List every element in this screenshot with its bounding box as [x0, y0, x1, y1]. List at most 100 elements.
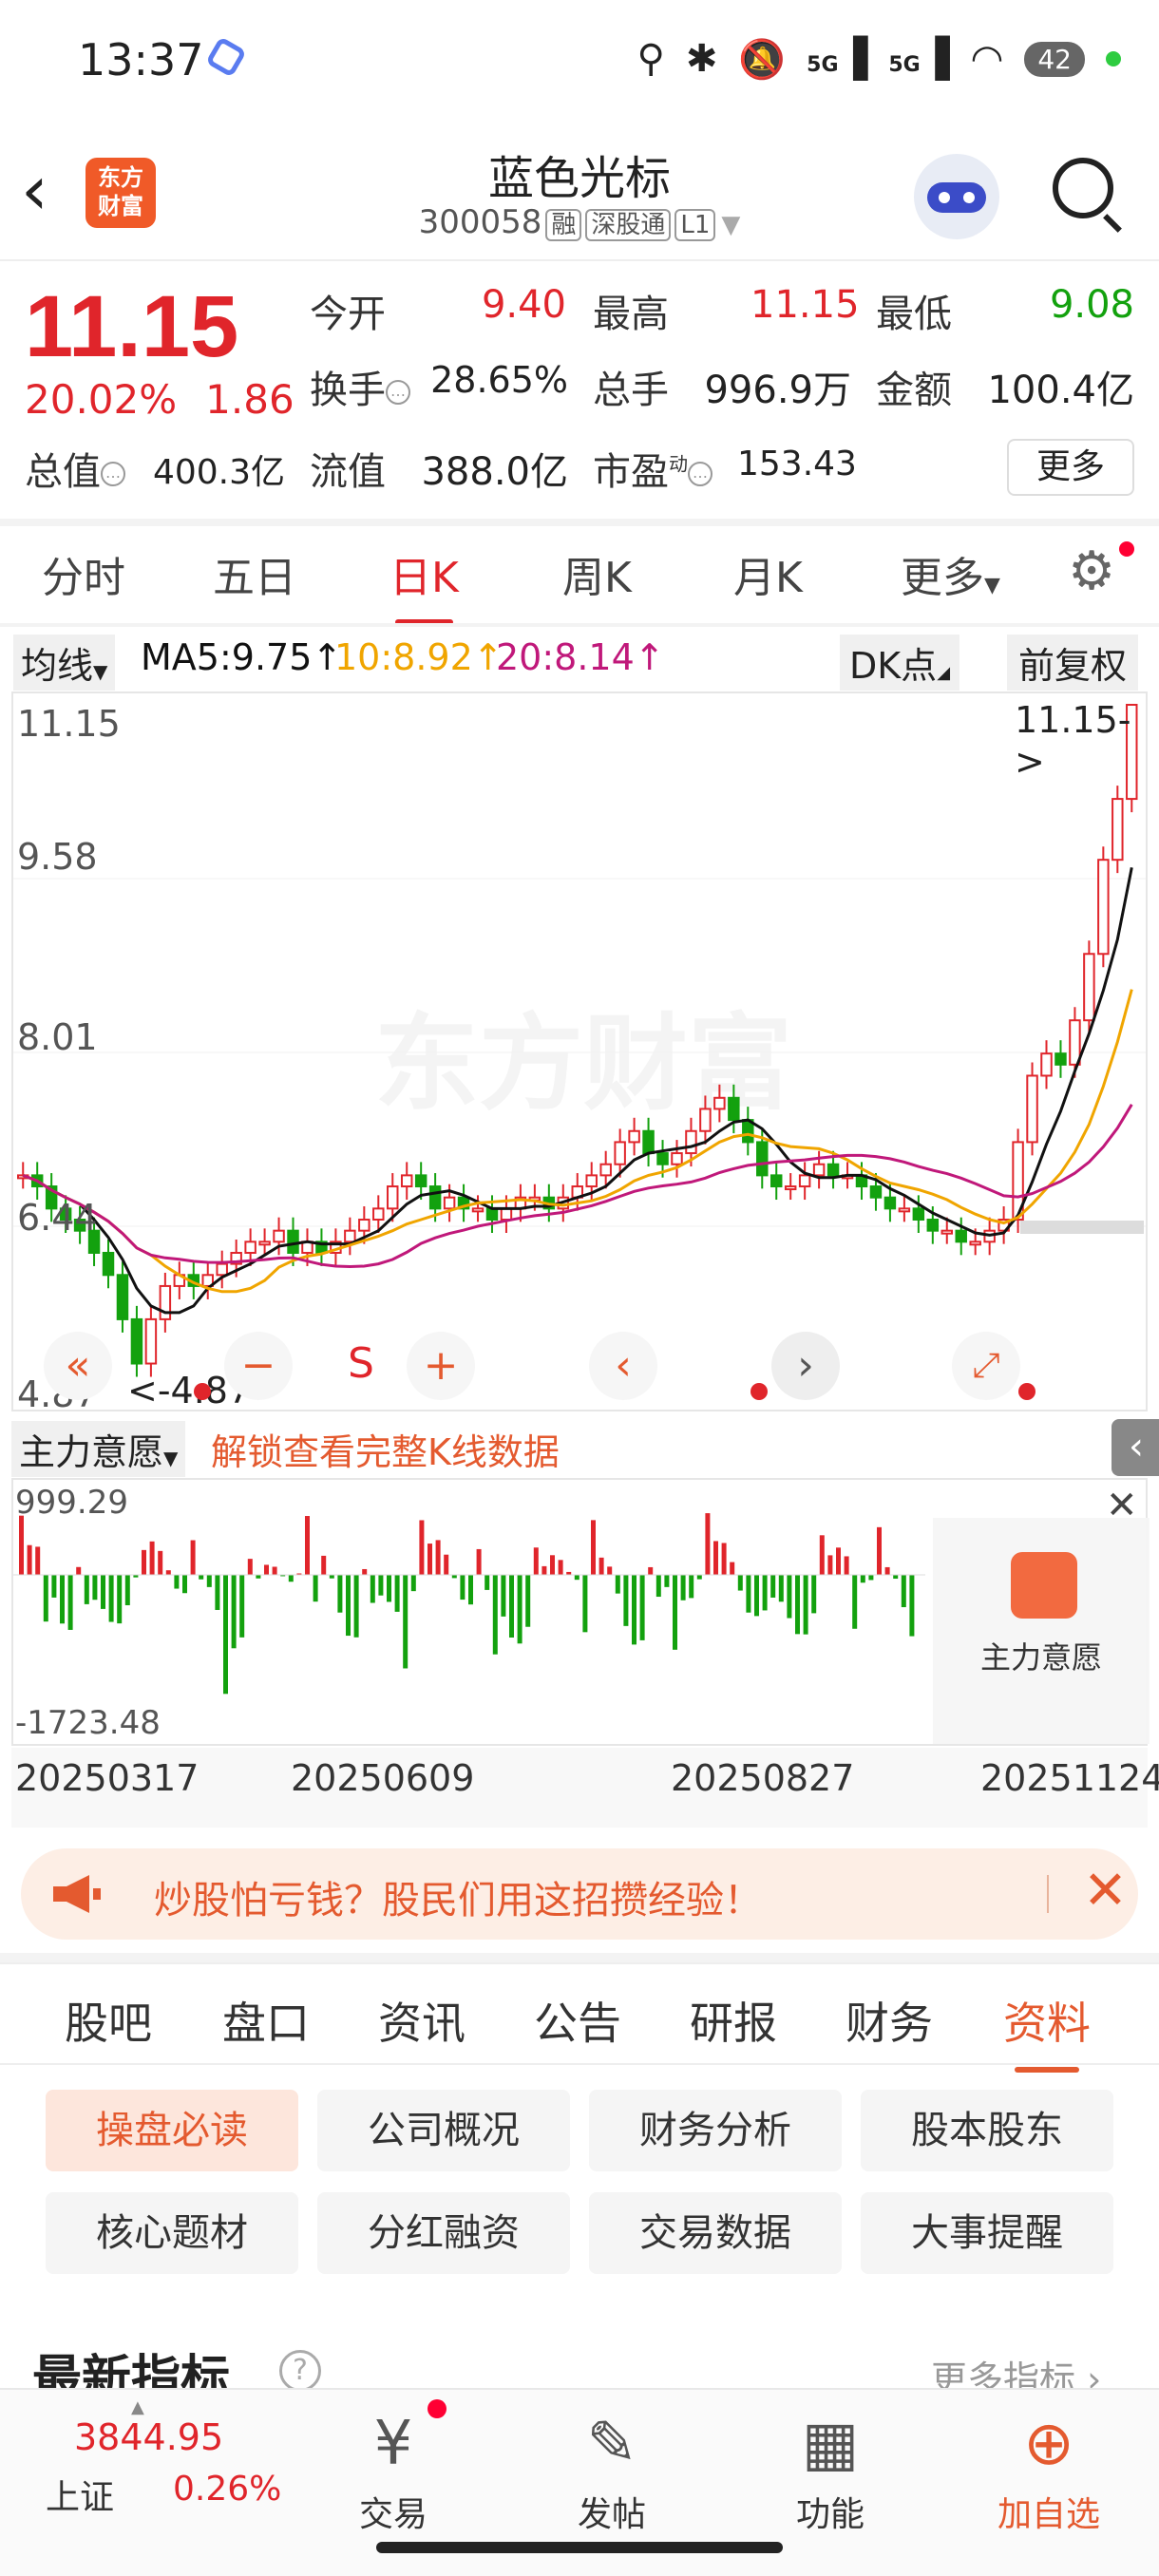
tab-daily-k[interactable]: 日K: [390, 543, 459, 625]
mute-icon: 🔕: [738, 37, 787, 82]
zoom-in-icon[interactable]: +: [407, 1332, 475, 1400]
flow-bar: [582, 1575, 588, 1633]
tab-news[interactable]: 资讯: [378, 1989, 466, 2052]
fullscreen-icon[interactable]: ⤢: [952, 1332, 1020, 1400]
low-value: 9.08: [1049, 283, 1134, 327]
kline-chart[interactable]: 东方财富 11.15 9.58 8.01 6.44 4.87 11.15-> <…: [11, 691, 1148, 1415]
unlock-link[interactable]: 解锁查看完整K线数据: [211, 1423, 560, 1475]
gear-icon[interactable]: ⚙: [1068, 545, 1115, 598]
more-quote-button[interactable]: 更多: [1007, 439, 1134, 496]
flow-bar: [174, 1575, 180, 1589]
flow-bar: [313, 1575, 318, 1602]
open-label: 今开: [310, 293, 386, 336]
flow-indicator-selector[interactable]: 主力意愿▼: [11, 1421, 186, 1477]
amount-value: 100.4亿: [987, 369, 1134, 412]
app-logo[interactable]: 东方 财富: [86, 158, 156, 228]
scroll-left-fast-icon[interactable]: «: [44, 1332, 112, 1400]
notification-dot: [1119, 541, 1134, 557]
scroll-right-icon[interactable]: ›: [771, 1332, 840, 1400]
flow-bar: [215, 1575, 220, 1610]
index-name[interactable]: 上证: [46, 2470, 114, 2519]
flow-bar: [909, 1575, 915, 1637]
float-value: 388.0亿: [421, 450, 568, 494]
help-icon[interactable]: ?: [279, 2350, 321, 2392]
chip-dividends[interactable]: 分红融资: [317, 2192, 570, 2274]
privacy-dot: [1106, 51, 1121, 66]
candle: [387, 1185, 399, 1210]
ai-assistant-icon[interactable]: [914, 154, 999, 239]
candle: [671, 1152, 683, 1165]
change-percent: 20.02%: [25, 376, 178, 423]
nav-functions[interactable]: ▦ 功能: [764, 2401, 897, 2536]
candle: [116, 1274, 129, 1320]
candle: [485, 1207, 499, 1222]
promo-text: 炒股怕亏钱？股民们用这招攒经验！: [154, 1879, 762, 1923]
status-bar: 13:37 ⚲ ✱ 🔕 5G▐ 5G▐ ◠ 42: [0, 0, 1159, 123]
nav-post[interactable]: ✎ 发帖: [545, 2401, 678, 2536]
tab-more[interactable]: 更多▼: [901, 543, 1000, 604]
flow-top-label: 999.29: [15, 1484, 128, 1522]
flow-bar: [836, 1547, 841, 1575]
notification-dot: [428, 2399, 446, 2418]
tab-announcements[interactable]: 公告: [534, 1989, 621, 2052]
caret-down-icon: ▼: [984, 574, 1000, 597]
promo-banner[interactable]: 炒股怕亏钱？股民们用这招攒经验！ ✕: [21, 1848, 1138, 1940]
bluetooth-icon: ✱: [685, 37, 718, 81]
nav-add-watchlist[interactable]: ⊕ 加自选: [982, 2401, 1115, 2536]
chip-core-themes[interactable]: 核心题材: [46, 2192, 298, 2274]
flow-bar: [550, 1555, 555, 1575]
tab-research[interactable]: 研报: [690, 1989, 777, 2052]
flow-bar: [403, 1575, 408, 1669]
volume-label: 总手: [593, 369, 669, 412]
tab-finance[interactable]: 财务: [846, 1989, 933, 2052]
tab-monthly-k[interactable]: 月K: [733, 543, 803, 604]
flow-bar: [346, 1575, 351, 1637]
app-notification-icon: [205, 36, 247, 78]
chip-financial-analysis[interactable]: 财务分析: [589, 2090, 842, 2171]
flow-unlock-card[interactable]: 主力意愿: [933, 1518, 1150, 1744]
tab-5day[interactable]: 五日: [213, 543, 296, 604]
dk-point-selector[interactable]: DK点◢: [840, 635, 960, 691]
candle: [244, 1241, 256, 1254]
flow-bar: [92, 1575, 98, 1601]
plus-circle-icon: ⊕: [1023, 2409, 1074, 2479]
nav-trade[interactable]: ¥ 交易: [327, 2401, 460, 2536]
tab-profile[interactable]: 资料: [1003, 1989, 1091, 2073]
flow-bar: [860, 1575, 865, 1583]
scroll-left-icon[interactable]: ‹: [589, 1332, 657, 1400]
candle: [869, 1185, 883, 1199]
back-arrow-icon[interactable]: ‹: [21, 152, 48, 228]
flow-bar: [149, 1541, 155, 1575]
flow-bar: [639, 1575, 645, 1640]
zoom-out-icon[interactable]: −: [224, 1332, 293, 1400]
close-promo-icon[interactable]: ✕: [1083, 1860, 1128, 1922]
search-icon[interactable]: [1053, 158, 1113, 218]
index-percent[interactable]: 0.26%: [173, 2470, 281, 2509]
flow-bar: [844, 1556, 849, 1575]
collapse-panel-icon[interactable]: ‹: [1112, 1419, 1159, 1476]
chip-company-overview[interactable]: 公司概况: [317, 2090, 570, 2171]
chip-events[interactable]: 大事提醒: [861, 2192, 1113, 2274]
candle: [216, 1262, 228, 1277]
change-amount: 1.86: [205, 376, 294, 423]
chip-trading-data[interactable]: 交易数据: [589, 2192, 842, 2274]
chip-shareholders[interactable]: 股本股东: [861, 2090, 1113, 2171]
index-value[interactable]: 3844.95: [74, 2416, 223, 2458]
adjust-selector[interactable]: 前复权: [1007, 635, 1139, 691]
indicator-selector[interactable]: 均线▼: [13, 635, 116, 691]
flow-chart[interactable]: 999.29 -1723.48 ✕ 主力意愿: [11, 1478, 1150, 1746]
nav-add-label: 加自选: [997, 2495, 1100, 2534]
flow-bar: [501, 1575, 506, 1617]
flow-bar: [329, 1575, 334, 1579]
candle: [358, 1219, 370, 1232]
chip-trading-guide[interactable]: 操盘必读: [46, 2090, 298, 2171]
tab-guba[interactable]: 股吧: [65, 1989, 152, 2052]
flow-bar: [737, 1575, 743, 1591]
flow-bar: [190, 1540, 196, 1575]
tab-orderbook[interactable]: 盘口: [222, 1989, 310, 2052]
flow-bar: [762, 1575, 768, 1611]
candle: [599, 1163, 612, 1177]
flow-bar: [378, 1575, 384, 1596]
tab-weekly-k[interactable]: 周K: [562, 543, 632, 604]
tab-intraday[interactable]: 分时: [42, 543, 125, 604]
